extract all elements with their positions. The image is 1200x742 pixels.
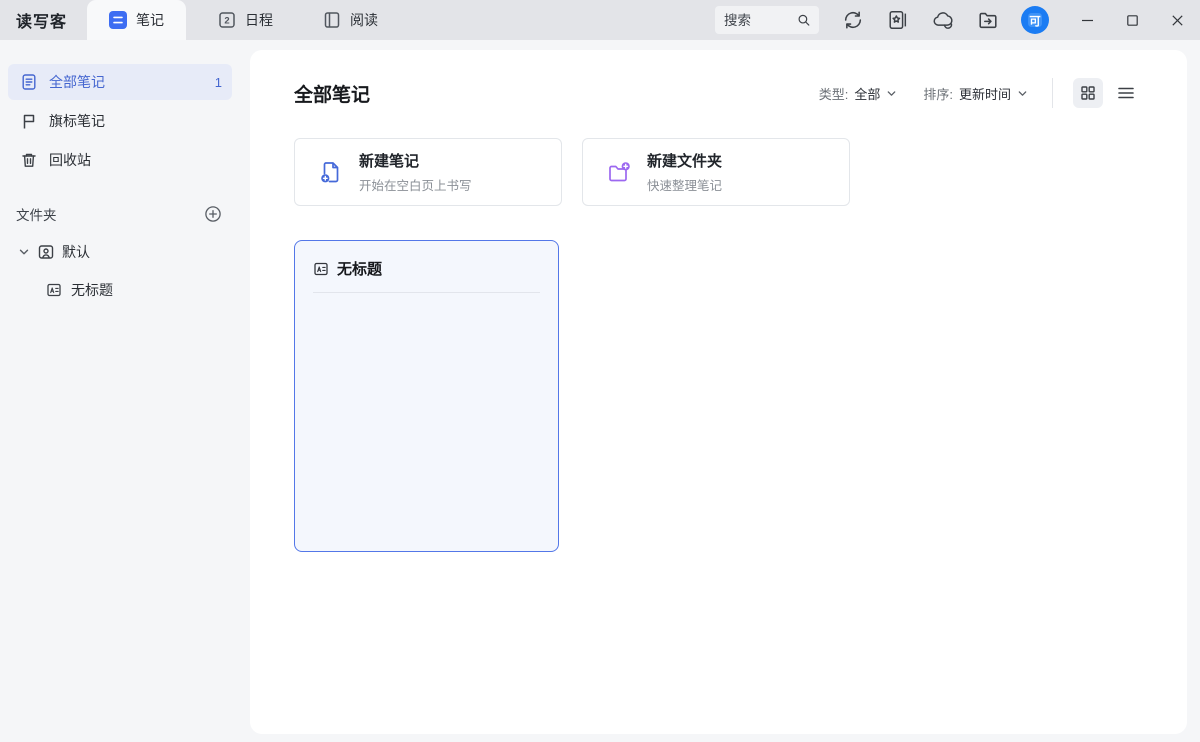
close-icon — [1172, 14, 1183, 26]
folder-user-icon — [38, 245, 54, 259]
cloud-icon — [933, 12, 953, 29]
maximize-icon — [1127, 14, 1138, 26]
minimize-button[interactable] — [1065, 0, 1110, 40]
folder-label: 默认 — [62, 244, 90, 260]
svg-text:2: 2 — [224, 16, 229, 27]
sync-button[interactable] — [841, 8, 865, 32]
avatar[interactable]: 可 — [1021, 6, 1049, 34]
action-card-title: 新建文件夹 — [647, 153, 723, 170]
sidebar-item-trash[interactable]: 回收站 — [8, 142, 232, 178]
close-button[interactable] — [1155, 0, 1200, 40]
calendar-icon: 2 — [219, 12, 235, 28]
app-title: 读写客 — [16, 14, 68, 31]
list-icon — [1118, 87, 1134, 99]
plus-circle-icon — [205, 206, 221, 222]
main-tabs: 笔记 2 日程 阅读 — [87, 0, 396, 40]
note-card-title: 无标题 — [337, 261, 383, 278]
document-icon — [22, 74, 36, 90]
note-count-badge: 1 — [214, 74, 222, 90]
titlebar: 读写客 笔记 2 日程 阅读 搜索 可 — [0, 0, 1200, 40]
type-filter-label: 类型: — [818, 86, 849, 102]
action-cards: 新建笔记 开始在空白页上书写 新建文件夹 快速整理笔记 — [294, 138, 1187, 206]
filter-bar: 类型: 全部 排序: 更新时间 — [819, 78, 1141, 108]
folders-section-label: 文件夹 — [16, 208, 57, 223]
minimize-icon — [1082, 19, 1093, 21]
action-card-subtitle: 快速整理笔记 — [647, 179, 723, 193]
sidebar-note-untitled[interactable]: 无标题 — [8, 272, 232, 308]
sidebar-folder-default[interactable]: 默认 — [8, 234, 232, 270]
divider — [1052, 78, 1053, 108]
note-card-untitled[interactable]: 无标题 — [294, 240, 559, 552]
type-filter-value: 全部 — [854, 86, 881, 102]
chevron-down-icon[interactable] — [18, 246, 30, 258]
sidebar: 全部笔记 1 旗标笔记 回收站 文件夹 默认 无标题 — [0, 40, 250, 742]
search-icon[interactable] — [797, 12, 810, 28]
sidebar-item-label: 回收站 — [49, 152, 91, 168]
new-note-card[interactable]: 新建笔记 开始在空白页上书写 — [294, 138, 562, 206]
new-folder-card[interactable]: 新建文件夹 快速整理笔记 — [582, 138, 850, 206]
type-filter-dropdown[interactable]: 类型: 全部 — [819, 84, 898, 103]
action-card-text: 新建笔记 开始在空白页上书写 — [359, 150, 472, 194]
sync-icon — [844, 11, 862, 29]
book-icon — [324, 12, 340, 28]
notes-grid: 无标题 — [294, 240, 1187, 552]
sort-filter-label: 排序: — [923, 86, 953, 102]
page-title: 全部笔记 — [294, 84, 371, 106]
titlebar-right: 可 — [715, 0, 1200, 40]
trash-icon — [22, 153, 36, 167]
tab-label: 阅读 — [350, 12, 379, 28]
window-controls — [1065, 0, 1200, 40]
move-to-folder-button[interactable] — [976, 8, 1000, 32]
tab-reading[interactable]: 阅读 — [305, 0, 396, 40]
folder-export-icon — [979, 12, 997, 29]
note-title-row: 无标题 — [313, 258, 540, 279]
add-folder-button[interactable] — [202, 203, 224, 225]
grid-icon — [1081, 86, 1095, 100]
sidebar-item-label: 旗标笔记 — [49, 113, 105, 129]
divider — [313, 292, 540, 293]
search-input[interactable] — [724, 12, 797, 28]
new-note-icon — [321, 162, 339, 183]
cloud-button[interactable] — [931, 8, 955, 32]
sidebar-item-label: 全部笔记 — [49, 74, 105, 90]
app-window: 读写客 笔记 2 日程 阅读 搜索 可 全部笔记 1 旗标笔记 回收站 文件夹 … — [0, 0, 1200, 742]
notebook-star-icon — [889, 11, 907, 29]
flag-icon — [23, 114, 35, 129]
tab-label: 日程 — [245, 12, 274, 28]
folders-section-header: 文件夹 — [8, 200, 232, 228]
action-card-title: 新建笔记 — [359, 153, 420, 170]
sort-filter-value: 更新时间 — [958, 86, 1011, 102]
note-label: 无标题 — [71, 282, 113, 298]
new-folder-icon — [609, 162, 630, 182]
notes-tab-icon — [109, 11, 128, 29]
panel-header: 全部笔记 类型: 全部 排序: 更新时间 — [250, 50, 1187, 108]
main-panel: 全部笔记 类型: 全部 排序: 更新时间 新建笔记 开始在空白页上书写 新建文件… — [250, 50, 1187, 734]
sidebar-item-flagged-notes[interactable]: 旗标笔记 — [8, 103, 232, 139]
chevron-down-icon — [888, 90, 896, 96]
action-card-subtitle: 开始在空白页上书写 — [359, 179, 472, 193]
grid-view-button[interactable] — [1073, 78, 1103, 108]
tab-notes[interactable]: 笔记 — [87, 0, 187, 40]
maximize-button[interactable] — [1110, 0, 1155, 40]
search-box[interactable] — [715, 6, 819, 34]
svg-text:可: 可 — [1029, 15, 1041, 28]
tab-schedule[interactable]: 2 日程 — [200, 0, 291, 40]
tab-label: 笔记 — [136, 12, 165, 28]
sort-filter-dropdown[interactable]: 排序: 更新时间 — [923, 84, 1028, 103]
notebook-star-button[interactable] — [886, 8, 910, 32]
action-card-text: 新建文件夹 快速整理笔记 — [647, 150, 722, 194]
chevron-down-icon — [1018, 90, 1027, 96]
sidebar-item-all-notes[interactable]: 全部笔记 1 — [8, 64, 232, 100]
list-view-button[interactable] — [1111, 78, 1141, 108]
note-icon — [47, 283, 61, 297]
note-icon — [314, 262, 328, 275]
